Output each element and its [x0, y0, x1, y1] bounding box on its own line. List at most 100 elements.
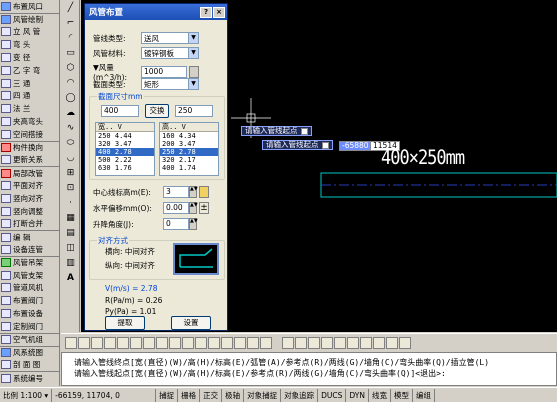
zoom-tool-icon[interactable] [334, 336, 346, 349]
status-toggle[interactable]: 对象追踪 [281, 388, 319, 402]
menu-item[interactable]: 变 径 [0, 51, 59, 64]
table-tool-icon[interactable]: ▥ [63, 256, 78, 270]
menu-item[interactable]: 系统编号 [0, 371, 59, 384]
hatch-tool-icon[interactable]: ▦ [63, 211, 78, 225]
grid-tool-icon[interactable] [399, 336, 411, 349]
list-item[interactable]: 400 1.74 [160, 164, 218, 172]
status-toggle[interactable]: 正交 [200, 388, 223, 402]
move-tool-icon[interactable] [130, 336, 142, 349]
ellipse-arc-tool-icon[interactable]: ◡ [63, 151, 78, 165]
arc-tool-icon[interactable]: ◜ [63, 31, 78, 45]
menu-item[interactable]: 竖向调整 [0, 205, 59, 218]
revcloud-tool-icon[interactable]: ☁ [63, 106, 78, 120]
erase-tool-icon[interactable] [65, 336, 77, 349]
status-toggle[interactable]: 编组 [413, 388, 435, 402]
ellipse-tool-icon[interactable]: ⬭ [63, 136, 78, 150]
trim-tool-icon[interactable] [182, 336, 194, 349]
menu-item[interactable]: 打断合并 [0, 218, 59, 231]
gradient-tool-icon[interactable]: ▤ [63, 226, 78, 240]
width-input[interactable]: 400 [101, 105, 139, 117]
polyline-tool-icon[interactable]: ⌐ [63, 16, 78, 30]
status-toggle[interactable]: 栅格 [178, 388, 201, 402]
list-item[interactable]: 630 1.76 [96, 164, 154, 172]
menu-item[interactable]: 空气机组 [0, 332, 59, 346]
spin-icon[interactable]: ▲▼ [189, 218, 198, 230]
list-item[interactable]: 400 2.78 [96, 148, 154, 156]
circle-tool-icon[interactable]: ◯ [63, 91, 78, 105]
menu-item[interactable]: 设备连管 [0, 243, 59, 256]
tip-dropdown-icon-2[interactable] [321, 141, 329, 149]
menu-item[interactable]: 定制阀门 [0, 320, 59, 333]
menu-item[interactable]: 构件换向 [0, 140, 59, 154]
menu-item[interactable]: 局部改管 [0, 166, 59, 179]
menu-item[interactable]: 布置设备 [0, 307, 59, 320]
section-type-select[interactable]: 矩形 ▼ [141, 78, 199, 90]
command-window[interactable]: 请输入管线终点[宽(直径)(W)/高(H)/标高(E)/弧管(A)/参考点(R)… [61, 352, 557, 386]
polygon-tool-icon[interactable]: ⬡ [63, 61, 78, 75]
coord-x-input[interactable]: -65880 [339, 141, 372, 151]
command-prompt-line[interactable]: 请输入管线起点[宽(直径)(W)/高(H)/标高(E)/参考点(R)/两线(G)… [62, 368, 556, 379]
center-elevation-input[interactable]: 3 [163, 186, 189, 198]
status-toggle[interactable]: 模型 [391, 388, 413, 402]
settings-button[interactable]: 设置 [171, 316, 211, 330]
menu-item[interactable]: 更新关系 [0, 154, 59, 167]
offset-tool-icon[interactable] [104, 336, 116, 349]
status-toggle[interactable]: 捕捉 [156, 388, 179, 402]
status-toggle[interactable]: 极轴 [222, 388, 245, 402]
plus-minus-icon[interactable]: ± [199, 202, 209, 214]
region-tool-icon[interactable]: ◫ [63, 241, 78, 255]
list-item[interactable]: 500 2.22 [96, 156, 154, 164]
chamfer-tool-icon[interactable] [234, 336, 246, 349]
menu-item[interactable]: 剖 面 图 [0, 358, 59, 371]
chevron-down-icon[interactable]: ▼ [188, 33, 198, 43]
property-tool-icon[interactable] [308, 336, 320, 349]
calculator-icon[interactable] [189, 66, 199, 78]
arc2-tool-icon[interactable]: ◠ [63, 76, 78, 90]
menu-item[interactable]: 管道风机 [0, 282, 59, 295]
offset-input[interactable]: 0.00 [163, 202, 189, 214]
chevron-down-icon[interactable]: ▼ [188, 48, 198, 58]
list-item[interactable]: 250 4.44 [96, 132, 154, 140]
status-toggle[interactable]: 对象捕捉 [244, 388, 282, 402]
height-input[interactable]: 250 [175, 105, 213, 117]
menu-item[interactable]: 四 通 [0, 90, 59, 103]
join-tool-icon[interactable] [221, 336, 233, 349]
status-toggle[interactable]: DUCS [318, 388, 347, 402]
insert-block-icon[interactable]: ⊞ [63, 166, 78, 180]
scale-select[interactable]: 比例 1:100 ▾ [0, 388, 53, 402]
make-block-icon[interactable]: ⊡ [63, 181, 78, 195]
menu-item[interactable]: 风管绘制 [0, 12, 59, 26]
match-tool-icon[interactable] [321, 336, 333, 349]
width-list[interactable]: 宽.. V 250 4.44 320 3.47 400 2.78 500 2.22 63… [95, 122, 155, 176]
list-item[interactable]: 200 3.47 [160, 140, 218, 148]
undo-tool-icon[interactable] [360, 336, 372, 349]
menu-item[interactable]: 法 兰 [0, 102, 59, 115]
mirror-tool-icon[interactable] [91, 336, 103, 349]
break-tool-icon[interactable] [208, 336, 220, 349]
menu-item[interactable]: 编 辑 [0, 230, 59, 243]
fillet-tool-icon[interactable] [247, 336, 259, 349]
width-list-head[interactable]: 宽.. V [96, 123, 154, 132]
system-type-select[interactable]: 送风 ▼ [141, 32, 199, 44]
copy-tool-icon[interactable] [78, 336, 90, 349]
dialog-titlebar[interactable]: 风管布置 ? × [85, 4, 227, 20]
spin-icon[interactable]: ▲▼ [189, 202, 198, 214]
menu-item[interactable]: 布置风口 [0, 0, 59, 13]
menu-item[interactable]: 夹高弯头 [0, 115, 59, 128]
menu-item[interactable]: 竖向对齐 [0, 192, 59, 205]
status-toggle[interactable]: 线宽 [369, 388, 391, 402]
menu-item[interactable]: 布置阀门 [0, 294, 59, 307]
menu-item[interactable]: 风管支架 [0, 269, 59, 282]
airflow-input[interactable]: 1000 [141, 66, 187, 78]
menu-item[interactable]: 立 风 管 [0, 26, 59, 39]
menu-item[interactable]: 弯 头 [0, 38, 59, 51]
array-tool-icon[interactable] [117, 336, 129, 349]
extract-button[interactable]: 提取 [105, 316, 145, 330]
tip-dropdown-icon[interactable] [300, 127, 308, 135]
measure-tool-icon[interactable] [386, 336, 398, 349]
layer-state-icon[interactable] [295, 336, 307, 349]
rotate-tool-icon[interactable] [143, 336, 155, 349]
extend-tool-icon[interactable] [195, 336, 207, 349]
stretch-tool-icon[interactable] [169, 336, 181, 349]
close-button[interactable]: × [213, 6, 225, 18]
